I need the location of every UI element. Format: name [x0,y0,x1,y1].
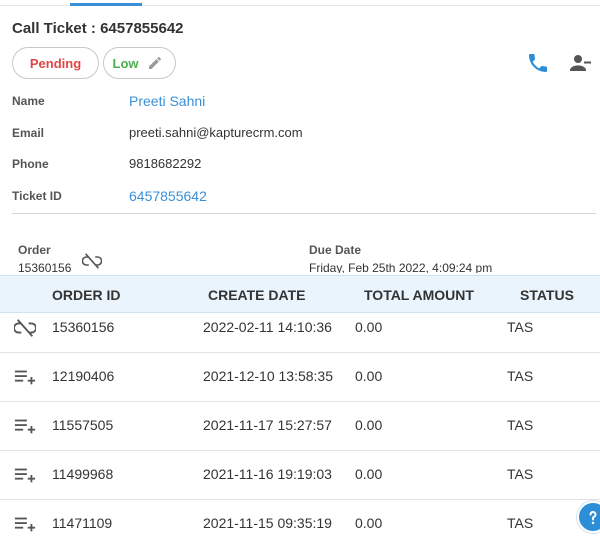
ticket-id-label: Ticket ID [12,189,62,203]
ticket-title: Call Ticket : 6457855642 [12,20,184,37]
playlist-add-icon[interactable] [14,465,36,485]
cell-create-date: 2022-02-11 14:10:36 [203,319,332,335]
cell-total-amount: 0.00 [355,417,383,433]
order-label: Order [18,243,51,257]
unlink-icon[interactable] [82,253,102,269]
email-label: Email [12,126,45,140]
playlist-add-icon[interactable] [14,514,36,534]
table-row[interactable]: 15360156 2022-02-11 14:10:36 0.00 TAS [0,304,600,353]
cell-order-id: 11499968 [52,466,114,482]
cell-order-id: 15360156 [52,319,115,335]
cell-status: TAS [507,466,534,482]
name-value[interactable]: Preeti Sahni [129,93,205,109]
due-date-value: Friday, Feb 25th 2022, 4:09:24 pm [309,261,493,273]
priority-chip-label: Low [112,55,139,71]
email-value: preeti.sahni@kapturecrm.com [129,125,303,140]
cell-create-date: 2021-11-17 15:27:57 [203,417,332,433]
unlink-icon[interactable] [14,318,36,338]
cell-total-amount: 0.00 [355,319,383,335]
cell-order-id: 11471109 [52,515,113,531]
cell-status: TAS [507,515,534,531]
order-value: 15360156 [18,261,72,273]
cell-create-date: 2021-11-16 19:19:03 [203,466,332,482]
due-date-label: Due Date [309,243,362,257]
table-row[interactable]: 11557505 2021-11-17 15:27:57 0.00 TAS [0,402,600,451]
playlist-add-icon[interactable] [14,416,36,436]
name-label: Name [12,94,45,108]
phone-label: Phone [12,157,49,171]
table-row[interactable]: 11499968 2021-11-16 19:19:03 0.00 TAS [0,451,600,500]
section-divider [12,213,596,214]
cell-status: TAS [507,319,534,335]
cell-order-id: 12190406 [52,368,115,384]
header-status: STATUS [520,287,574,303]
playlist-add-icon[interactable] [14,367,36,387]
header-create-date: CREATE DATE [208,287,306,303]
cell-status: TAS [507,368,534,384]
phone-icon[interactable] [526,51,550,75]
cell-total-amount: 0.00 [355,368,383,384]
cell-create-date: 2021-12-10 13:58:35 [203,368,333,384]
active-tab-indicator [70,3,142,6]
cell-status: TAS [507,417,534,433]
help-icon [589,511,597,525]
header-order-id: ORDER ID [52,287,121,303]
ticket-id-value[interactable]: 6457855642 [129,188,207,204]
cell-total-amount: 0.00 [355,515,383,531]
priority-chip-low[interactable]: Low [103,47,176,79]
pencil-icon[interactable] [147,55,163,71]
header-total-amount: TOTAL AMOUNT [364,287,474,303]
cell-total-amount: 0.00 [355,466,383,482]
phone-value: 9818682292 [129,156,202,171]
status-chip-pending[interactable]: Pending [12,47,99,79]
status-chip-label: Pending [29,55,82,71]
top-tab-bar [0,0,600,6]
assign-user-icon[interactable] [568,51,592,75]
cell-create-date: 2021-11-15 09:35:19 [203,515,332,531]
cell-order-id: 11557505 [52,417,114,433]
table-row[interactable]: 11471109 2021-11-15 09:35:19 0.00 TAS [0,500,600,543]
table-row[interactable]: 12190406 2021-12-10 13:58:35 0.00 TAS [0,353,600,402]
